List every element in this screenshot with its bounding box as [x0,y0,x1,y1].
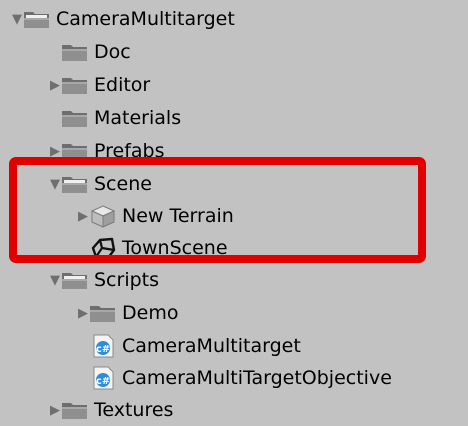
collapsed-arrow-icon[interactable]: ▶ [66,206,88,226]
folder-icon [60,106,90,130]
tree-item-label: Prefabs [94,139,165,162]
tree-item-label: New Terrain [122,204,234,227]
tree-item-scripts[interactable]: ▼ Scripts [0,264,468,296]
tree-item-label: Demo [122,301,179,324]
folder-icon [60,139,90,163]
folder-icon [60,398,90,422]
tree-item-doc[interactable]: ▶ Doc [0,36,468,68]
tree-item-label: TownScene [122,236,228,259]
collapsed-arrow-icon[interactable]: ▶ [38,400,60,420]
collapsed-arrow-icon[interactable]: ▶ [38,141,60,161]
tree-item-label: Textures [94,398,174,421]
csharp-script-icon [88,366,118,390]
folder-open-icon [60,172,90,196]
tree-item-cameramultitargetobjective[interactable]: ▶ CameraMultiTargetObjective [0,362,468,394]
expand-arrow-icon[interactable]: ▼ [0,9,22,29]
tree-item-label: Editor [94,73,151,96]
collapsed-arrow-icon[interactable]: ▶ [66,303,88,323]
prefab-cube-icon [88,204,118,228]
tree-item-materials[interactable]: ▶ Materials [0,102,468,134]
folder-icon [60,73,90,97]
unity-scene-icon [88,236,118,260]
tree-item-new-terrain[interactable]: ▶ New Terrain [0,200,468,232]
expand-arrow-icon[interactable]: ▼ [38,270,60,290]
csharp-script-icon [88,334,118,358]
tree-item-label: Scripts [94,268,160,291]
tree-item-label: CameraMultitarget [56,7,235,30]
tree-item-label: Doc [94,40,131,63]
tree-item-scene[interactable]: ▼ Scene [0,168,468,200]
tree-item-editor[interactable]: ▶ Editor [0,69,468,101]
tree-item-demo[interactable]: ▶ Demo [0,297,468,329]
folder-icon [88,301,118,325]
tree-item-cameramultitarget-script[interactable]: ▶ CameraMultitarget [0,330,468,362]
expand-arrow-icon[interactable]: ▼ [38,174,60,194]
tree-item-label: Scene [94,172,152,195]
folder-open-icon [22,7,52,31]
tree-item-label: CameraMultitarget [122,334,301,357]
tree-item-townscene[interactable]: ▶ TownScene [0,232,468,264]
tree-item-prefabs[interactable]: ▶ Prefabs [0,135,468,167]
tree-item-label: Materials [94,106,182,129]
tree-item-textures[interactable]: ▶ Textures [0,394,468,419]
tree-item-label: CameraMultiTargetObjective [122,366,392,389]
folder-open-icon [60,268,90,292]
tree-item-cameramultitarget-root[interactable]: ▼ CameraMultitarget [0,3,468,35]
collapsed-arrow-icon[interactable]: ▶ [38,75,60,95]
folder-icon [60,40,90,64]
